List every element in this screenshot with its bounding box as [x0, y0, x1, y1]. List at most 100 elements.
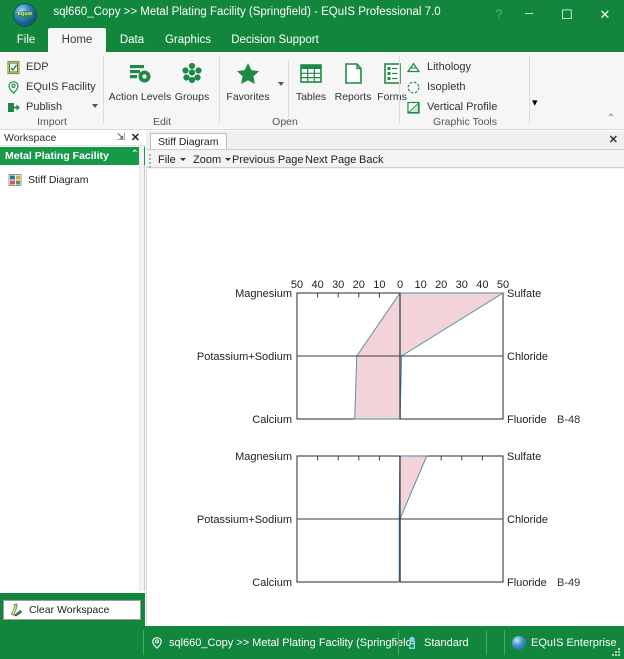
toolbar-button-back[interactable]: Back [359, 153, 383, 166]
ribbon-group-edit: Action Levels Groups Edit [104, 52, 220, 130]
toolbar-menu-file-label: File [158, 154, 176, 166]
document-area: Stiff Diagram ✕ File Zoom Previous Page … [146, 131, 624, 626]
ribbon-button-publish[interactable]: Publish [6, 97, 62, 117]
axis-tick-label: 10 [373, 279, 385, 291]
ribbon-group-import: EDP EQuIS Facility [0, 52, 104, 130]
favorites-chevron-down-icon[interactable] [278, 82, 284, 86]
statusbar: sql660_Copy >> Metal Plating Facility (S… [0, 626, 624, 659]
stiff-diagram-B-49: MagnesiumPotassium+SodiumCalciumSulfateC… [197, 451, 580, 589]
workspace-panel-title: Workspace [4, 132, 56, 144]
axis-tick-label: 30 [456, 279, 468, 291]
status-divider [504, 630, 505, 655]
lithology-triangle-icon [406, 60, 421, 75]
pin-icon[interactable]: ⇲ [117, 132, 125, 143]
workspace-group-chevron-icon[interactable]: ⌃ [131, 149, 139, 160]
ribbon-button-groups-label: Groups [175, 92, 209, 103]
ribbon-overflow-caret-icon[interactable]: ▾ [532, 96, 546, 110]
axis-tick-label: 0 [397, 279, 403, 291]
row-label-right: Fluoride [507, 414, 547, 426]
tab-file[interactable]: File [4, 28, 48, 52]
window-controls: ? ─ ☐ ✕ [488, 0, 624, 28]
ribbon-button-publish-label: Publish [26, 101, 62, 113]
tab-home[interactable]: Home [48, 28, 106, 52]
toolbar-menu-file[interactable]: File [158, 153, 186, 166]
document-tab-stiff-diagram[interactable]: Stiff Diagram [150, 133, 227, 149]
facility-pin-icon [6, 80, 21, 95]
ribbon-group-open: Favorites Tables [220, 52, 400, 130]
tab-data[interactable]: Data [110, 28, 154, 52]
status-connection[interactable]: sql660_Copy >> Metal Plating Facility (S… [150, 635, 415, 651]
ribbon-button-isopleth[interactable]: Isopleth [406, 77, 466, 97]
workspace-close-icon[interactable]: ✕ [131, 131, 140, 144]
toolbar-button-next-page[interactable]: Next Page [305, 153, 356, 166]
tab-decision-support[interactable]: Decision Support [222, 28, 328, 52]
clear-workspace-label: Clear Workspace [29, 604, 109, 616]
ribbon-button-equis-facility[interactable]: EQuIS Facility [6, 77, 96, 97]
minimize-button[interactable]: ─ [510, 0, 548, 28]
ribbon-button-edp[interactable]: EDP [6, 57, 49, 77]
reports-page-icon [338, 59, 368, 89]
row-label-left: Potassium+Sodium [197, 514, 292, 526]
axis-tick-label: 20 [353, 279, 365, 291]
ribbon-button-favorites-label: Favorites [226, 92, 269, 103]
axis-tick-label: 30 [332, 279, 344, 291]
publish-chevron-down-icon[interactable] [92, 104, 98, 108]
status-divider [143, 630, 144, 655]
ribbon-collapse-chevron-icon[interactable]: ⌃ [604, 113, 618, 125]
action-levels-icon [125, 59, 155, 89]
ribbon-button-vertical-profile[interactable]: Vertical Profile [406, 97, 497, 117]
tab-graphics[interactable]: Graphics [157, 28, 219, 52]
row-label-left: Calcium [252, 414, 292, 426]
workspace-group-title: Metal Plating Facility [5, 150, 109, 162]
ribbon-button-tables[interactable]: Tables [290, 56, 332, 114]
document-tabrow: Stiff Diagram ✕ [146, 131, 624, 149]
ribbon-group-graphic-tools-label: Graphic Tools [400, 116, 530, 128]
row-label-right: Chloride [507, 514, 548, 526]
workspace-panel-header: Workspace ⇲ ✕ [0, 131, 145, 146]
workspace-group-header[interactable]: Metal Plating Facility ⌃ [0, 147, 145, 165]
groups-icon [177, 59, 207, 89]
row-label-left: Calcium [252, 577, 292, 589]
clear-workspace-icon [8, 603, 23, 618]
ribbon-group-open-label: Open [220, 116, 350, 128]
row-label-left: Magnesium [235, 451, 292, 463]
help-button[interactable]: ? [488, 0, 510, 28]
axis-tick-label: 40 [311, 279, 323, 291]
toolbar-grip-handle[interactable] [149, 154, 152, 165]
sample-id-label: B-49 [557, 577, 580, 589]
ribbon-tabstrip: File Home Data Graphics Decision Support [0, 28, 624, 52]
workspace-panel: Workspace ⇲ ✕ Metal Plating Facility ⌃ S… [0, 131, 145, 626]
toolbar-menu-zoom[interactable]: Zoom [193, 153, 231, 166]
ribbon-group-import-label: Import [0, 116, 104, 128]
status-connection-label: sql660_Copy >> Metal Plating Facility (S… [169, 637, 415, 649]
ribbon-button-reports[interactable]: Reports [330, 56, 376, 114]
maximize-button[interactable]: ☐ [548, 0, 586, 28]
resize-grip-handle[interactable] [612, 648, 621, 657]
ribbon-button-favorites[interactable]: Favorites [222, 56, 274, 114]
stiff-diagram-B-48: MagnesiumPotassium+SodiumCalciumSulfateC… [197, 288, 580, 426]
ribbon-button-tables-label: Tables [296, 92, 326, 103]
toolbar-button-previous-page[interactable]: Previous Page [232, 153, 304, 166]
ribbon-button-groups[interactable]: Groups [166, 56, 218, 114]
status-product[interactable]: EQuIS Enterprise [512, 635, 617, 651]
ribbon-button-lithology[interactable]: Lithology [406, 57, 471, 77]
ribbon-button-reports-label: Reports [335, 92, 372, 103]
toolbar-button-previous-page-label: Previous Page [232, 154, 304, 166]
group-divider [529, 56, 530, 124]
axis-tick-label: 40 [476, 279, 488, 291]
axis-tick-labels: 504030201001020304050 [291, 279, 509, 291]
facility-pin-icon [150, 636, 164, 650]
clear-workspace-button[interactable]: Clear Workspace [3, 600, 141, 620]
equis-professional-window: EQuIS sql660_Copy >> Metal Plating Facil… [0, 0, 624, 659]
sidebar-item-stiff-diagram[interactable]: Stiff Diagram [0, 171, 145, 189]
workspace-scrollbar[interactable] [139, 146, 144, 624]
document-tab-close-icon[interactable]: ✕ [609, 133, 618, 146]
close-button[interactable]: ✕ [586, 0, 624, 28]
group-inner-divider [288, 60, 289, 118]
window-titlebar: EQuIS sql660_Copy >> Metal Plating Facil… [0, 0, 624, 28]
publish-arrow-icon [6, 100, 21, 115]
ribbon-group-edit-label: Edit [104, 116, 220, 128]
sample-id-label: B-48 [557, 414, 580, 426]
ribbon-button-action-levels[interactable]: Action Levels [108, 56, 172, 114]
status-license[interactable]: Standard [406, 635, 469, 651]
